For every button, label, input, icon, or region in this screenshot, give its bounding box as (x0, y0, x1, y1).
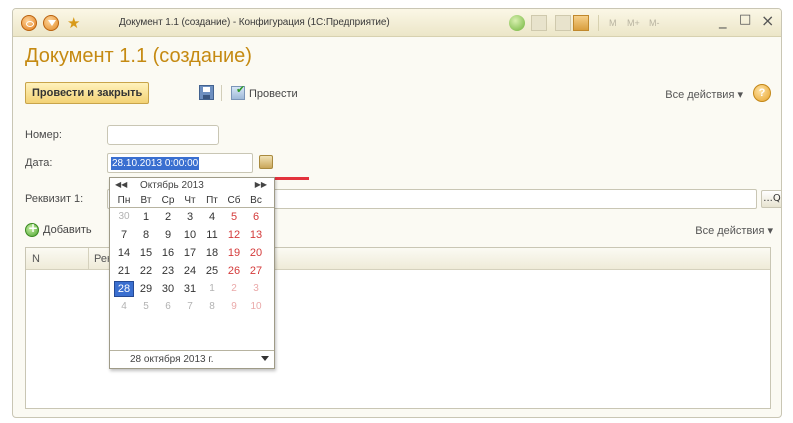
main-menu-icon[interactable] (43, 15, 59, 31)
all-actions-menu[interactable]: Все действия ▾ (665, 88, 743, 101)
weekday-label: Пн (117, 195, 131, 206)
calendar-day[interactable]: 2 (224, 281, 244, 297)
weekday-label: Чт (184, 195, 196, 206)
app-logo-icon[interactable] (21, 15, 37, 31)
date-label: Дата: (25, 157, 53, 169)
calendar-month-label[interactable]: Октябрь 2013 (140, 180, 204, 191)
calendar-day[interactable]: 13 (246, 227, 266, 243)
calendar-day[interactable]: 23 (158, 263, 178, 279)
lookup-button[interactable]: ...Q (761, 190, 781, 208)
calendar-day[interactable]: 10 (180, 227, 200, 243)
title-bar: ★ Документ 1.1 (создание) - Конфигурация… (13, 9, 781, 37)
calendar-day[interactable]: 22 (136, 263, 156, 279)
calendar-day[interactable]: 25 (202, 263, 222, 279)
next-month-icon[interactable]: ▶▶ (255, 180, 267, 189)
calendar-day[interactable]: 7 (114, 227, 134, 243)
calendar-day[interactable]: 29 (136, 281, 156, 297)
post-icon[interactable] (231, 83, 245, 100)
page-title: Документ 1.1 (создание) (25, 45, 252, 67)
date-field[interactable]: 28.10.2013 0:00:00 (107, 153, 253, 173)
calendar-day[interactable]: 16 (158, 245, 178, 261)
date-picker-button[interactable] (259, 155, 273, 169)
calendar-weekday-header: Пн Вт Ср Чт Пт Сб Вс (110, 194, 274, 208)
close-button[interactable]: × (761, 11, 774, 30)
calendar-day[interactable]: 7 (180, 299, 200, 315)
calendar-day[interactable]: 21 (114, 263, 134, 279)
calculator-icon[interactable] (555, 15, 571, 31)
calendar-day[interactable]: 10 (246, 299, 266, 315)
calendar-day[interactable]: 17 (180, 245, 200, 261)
weekday-label: Сб (227, 195, 241, 206)
calendar-day[interactable]: 28 (114, 281, 134, 297)
memory-minus-button[interactable]: M- (649, 18, 660, 28)
weekday-label: Ср (161, 195, 175, 206)
calendar-nav: ◀◀ Октябрь 2013 ▶▶ (110, 178, 274, 194)
table-all-actions-menu[interactable]: Все действия ▾ (695, 224, 773, 237)
calendar-day[interactable]: 1 (202, 281, 222, 297)
calendar-day[interactable]: 31 (180, 281, 200, 297)
minimize-button[interactable]: _ (719, 11, 727, 29)
add-button[interactable]: Добавить (43, 224, 92, 236)
calendar-day[interactable]: 5 (136, 299, 156, 315)
maximize-button[interactable]: □ (739, 12, 751, 27)
help-icon[interactable]: ? (753, 84, 771, 102)
calendar-day[interactable]: 11 (202, 227, 222, 243)
column-header-n[interactable]: N (32, 253, 40, 265)
calendar-day[interactable]: 3 (246, 281, 266, 297)
weekday-label: Вс (250, 195, 262, 206)
calendar-footer[interactable]: 28 октября 2013 г. (110, 350, 274, 368)
document-window: ★ Документ 1.1 (создание) - Конфигурация… (12, 8, 782, 418)
weekday-label: Вт (140, 195, 152, 206)
memory-plus-button[interactable]: M+ (627, 18, 640, 28)
toolbar-divider (221, 85, 222, 101)
calendar-day[interactable]: 8 (136, 227, 156, 243)
post-and-close-button[interactable]: Провести и закрыть (25, 82, 150, 104)
calendar-day[interactable]: 6 (158, 299, 178, 315)
calendar-day[interactable]: 12 (224, 227, 244, 243)
calendar-day[interactable]: 14 (114, 245, 134, 261)
calendar-day[interactable]: 4 (114, 299, 134, 315)
title-bar-divider (598, 15, 599, 31)
calendar-day[interactable]: 30 (114, 209, 134, 225)
calendar-day[interactable]: 19 (224, 245, 244, 261)
memory-button[interactable]: M (609, 18, 617, 28)
calendar-day[interactable]: 3 (180, 209, 200, 225)
calendar-today-label[interactable]: 28 октября 2013 г. (130, 354, 214, 365)
number-label: Номер: (25, 129, 62, 141)
prev-month-icon[interactable]: ◀◀ (115, 180, 127, 189)
calendar-day[interactable]: 2 (158, 209, 178, 225)
link-icon[interactable] (509, 15, 525, 31)
print-icon[interactable] (531, 15, 547, 31)
date-value[interactable]: 28.10.2013 0:00:00 (111, 157, 200, 170)
post-button[interactable]: Провести (249, 88, 298, 100)
calendar-day[interactable]: 20 (246, 245, 266, 261)
chevron-down-icon[interactable] (261, 356, 269, 361)
calendar-day[interactable]: 18 (202, 245, 222, 261)
calendar-icon[interactable] (573, 15, 589, 31)
calendar-day[interactable]: 15 (136, 245, 156, 261)
calendar-day[interactable]: 26 (224, 263, 244, 279)
number-field[interactable] (107, 125, 219, 145)
calendar-day[interactable]: 6 (246, 209, 266, 225)
calendar-day[interactable]: 1 (136, 209, 156, 225)
weekday-label: Пт (206, 195, 218, 206)
calendar-day[interactable]: 30 (158, 281, 178, 297)
calendar-day[interactable]: 9 (158, 227, 178, 243)
date-picker-calendar[interactable]: ◀◀ Октябрь 2013 ▶▶ Пн Вт Ср Чт Пт Сб Вс … (109, 177, 275, 369)
save-icon[interactable] (199, 85, 214, 100)
add-icon[interactable] (25, 221, 39, 237)
calendar-day[interactable]: 24 (180, 263, 200, 279)
rekvizit-label: Реквизит 1: (25, 193, 84, 205)
calendar-day[interactable]: 9 (224, 299, 244, 315)
column-divider (88, 248, 89, 270)
calendar-day[interactable]: 8 (202, 299, 222, 315)
window-title: Документ 1.1 (создание) - Конфигурация (… (119, 17, 390, 28)
calendar-day[interactable]: 5 (224, 209, 244, 225)
calendar-day[interactable]: 4 (202, 209, 222, 225)
calendar-day[interactable]: 27 (246, 263, 266, 279)
favorites-star-icon[interactable]: ★ (67, 14, 80, 32)
